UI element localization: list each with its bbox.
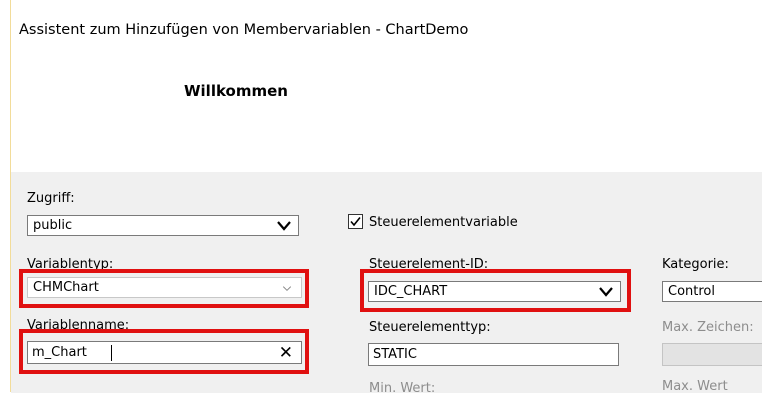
checkmark-icon	[350, 217, 361, 227]
access-label: Zugriff:	[27, 191, 75, 206]
min-value-label: Min. Wert:	[369, 381, 436, 396]
category-combobox[interactable]: Control	[662, 281, 762, 302]
category-label: Kategorie:	[662, 257, 729, 272]
chevron-down-icon	[277, 221, 291, 231]
access-value: public	[33, 218, 73, 233]
highlight-variable-name	[19, 329, 309, 374]
highlight-control-id	[360, 269, 631, 312]
max-chars-label: Max. Zeichen:	[662, 320, 754, 335]
content-panel: Zugriff: public Steuerelementvariable Va…	[11, 171, 762, 396]
access-combobox[interactable]: public	[27, 215, 299, 236]
welcome-heading: Willkommen	[184, 82, 288, 100]
control-variable-checkbox[interactable]	[348, 214, 363, 229]
window-title: Assistent zum Hinzufügen von Membervaria…	[19, 22, 469, 38]
max-chars-input	[662, 343, 762, 366]
control-variable-label: Steuerelementvariable	[369, 215, 518, 230]
control-type-label: Steuerelementtyp:	[369, 320, 491, 335]
highlight-variable-type	[19, 269, 309, 308]
control-type-value: STATIC	[373, 347, 417, 362]
control-type-field: STATIC	[368, 343, 619, 366]
category-value: Control	[668, 284, 715, 299]
